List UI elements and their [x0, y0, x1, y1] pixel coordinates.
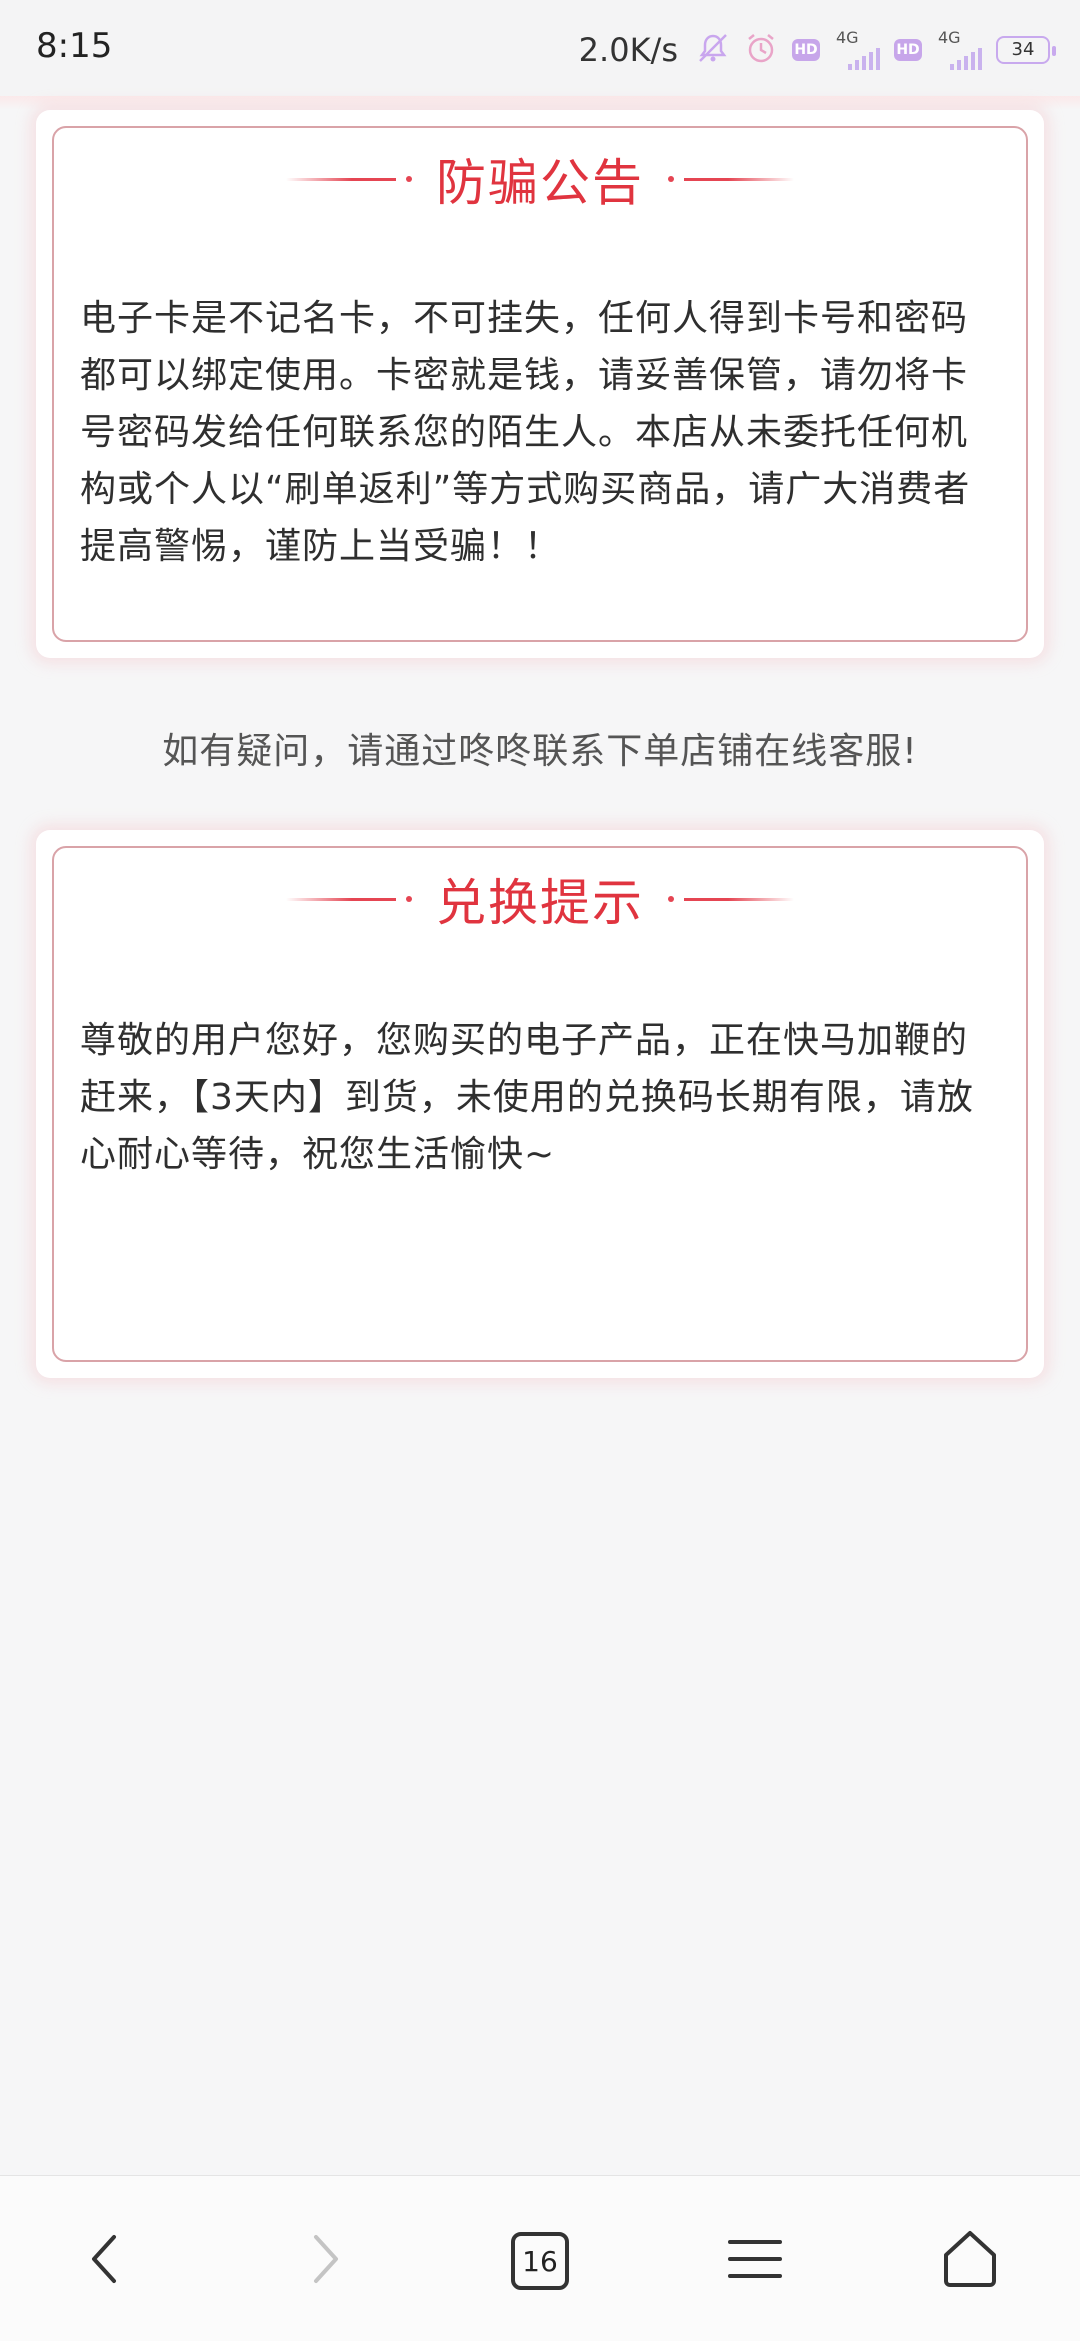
anti-fraud-card: 防骗公告 电子卡是不记名卡，不可挂失，任何人得到卡号和密码都可以绑定使用。卡密就… — [36, 110, 1044, 658]
status-icons: 2.0K/s HD 4G HD 4G 34 — [578, 20, 1056, 80]
status-time: 8:15 — [36, 26, 113, 66]
back-icon — [80, 2229, 130, 2293]
forward-icon — [300, 2229, 350, 2293]
browser-bottom-nav: 16 — [0, 2175, 1080, 2341]
battery-icon: 34 — [996, 36, 1056, 64]
title-decor-left — [286, 896, 422, 902]
page-top-fade — [0, 96, 1080, 110]
hd-icon: HD — [792, 39, 820, 61]
exchange-tip-card: 兑换提示 尊敬的用户您好，您购买的电子产品，正在快马加鞭的赶来，【3天内】到货，… — [36, 830, 1044, 1378]
tabs-icon: 16 — [511, 2232, 569, 2290]
alarm-icon — [744, 31, 778, 69]
tabs-button[interactable]: 16 — [495, 2216, 585, 2306]
status-bar: 8:15 2.0K/s HD 4G HD 4G 34 — [0, 0, 1080, 96]
network-speed: 2.0K/s — [578, 31, 678, 69]
help-notice: 如有疑问，请通过咚咚联系下单店铺在线客服! — [162, 731, 918, 772]
forward-button[interactable] — [280, 2216, 370, 2306]
battery-level: 34 — [1011, 39, 1035, 60]
signal-icon-2: 4G — [936, 28, 982, 72]
home-button[interactable] — [925, 2216, 1015, 2306]
bell-muted-icon — [696, 31, 730, 69]
exchange-tip-body: 尊敬的用户您好，您购买的电子产品，正在快马加鞭的赶来，【3天内】到货，未使用的兑… — [80, 1020, 974, 1175]
anti-fraud-title-row: 防骗公告 — [36, 144, 1044, 214]
anti-fraud-body: 电子卡是不记名卡，不可挂失，任何人得到卡号和密码都可以绑定使用。卡密就是钱，请妥… — [80, 298, 971, 567]
signal-icon: 4G — [834, 28, 880, 72]
home-icon — [938, 2227, 1002, 2295]
exchange-tip-title-row: 兑换提示 — [36, 864, 1044, 934]
title-decor-right — [658, 176, 794, 182]
tab-count: 16 — [522, 2244, 558, 2278]
exchange-tip-title: 兑换提示 — [436, 874, 644, 932]
title-decor-right — [658, 896, 794, 902]
menu-icon — [725, 2234, 785, 2288]
title-decor-left — [286, 176, 422, 182]
hd-icon-2: HD — [894, 39, 922, 61]
anti-fraud-title: 防骗公告 — [436, 154, 644, 212]
back-button[interactable] — [60, 2216, 150, 2306]
menu-button[interactable] — [710, 2216, 800, 2306]
